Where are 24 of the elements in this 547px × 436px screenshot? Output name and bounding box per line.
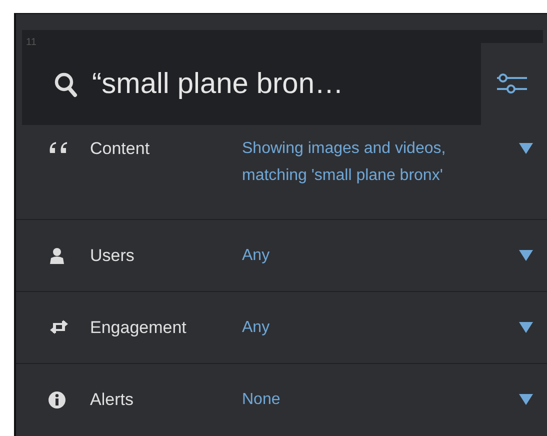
caret-icon[interactable]	[519, 143, 533, 154]
caret-icon[interactable]	[519, 322, 533, 333]
filter-value: Any	[242, 318, 271, 338]
filter-label: Content	[90, 138, 151, 160]
user-icon	[48, 247, 66, 265]
search-query: “small plane bron…	[92, 68, 344, 101]
filter-row[interactable]: Users Any	[16, 220, 547, 292]
filter-row[interactable]: Alerts None	[16, 364, 547, 417]
filter-value: Showing images and videos, matching 'small plane bronx'	[242, 139, 447, 186]
quote-icon	[48, 140, 70, 156]
search-icon	[54, 72, 78, 98]
caret-icon[interactable]	[519, 250, 533, 261]
filter-label: Engagement	[90, 317, 188, 339]
filter-value: Any	[242, 246, 271, 266]
sliders-icon	[495, 73, 529, 95]
search-field[interactable]: “small plane bron…	[44, 30, 481, 125]
filter-label: Users	[90, 245, 136, 267]
filter-label: Alerts	[90, 389, 134, 411]
caret-icon[interactable]	[519, 394, 533, 405]
filter-row[interactable]: Engagement Any	[16, 292, 547, 364]
retweet-icon	[48, 319, 70, 335]
filter-value: None	[242, 390, 282, 410]
filter-row[interactable]: Content Showing images and videos, matching 'small plane bronx'	[16, 125, 547, 220]
info-icon	[48, 391, 66, 409]
